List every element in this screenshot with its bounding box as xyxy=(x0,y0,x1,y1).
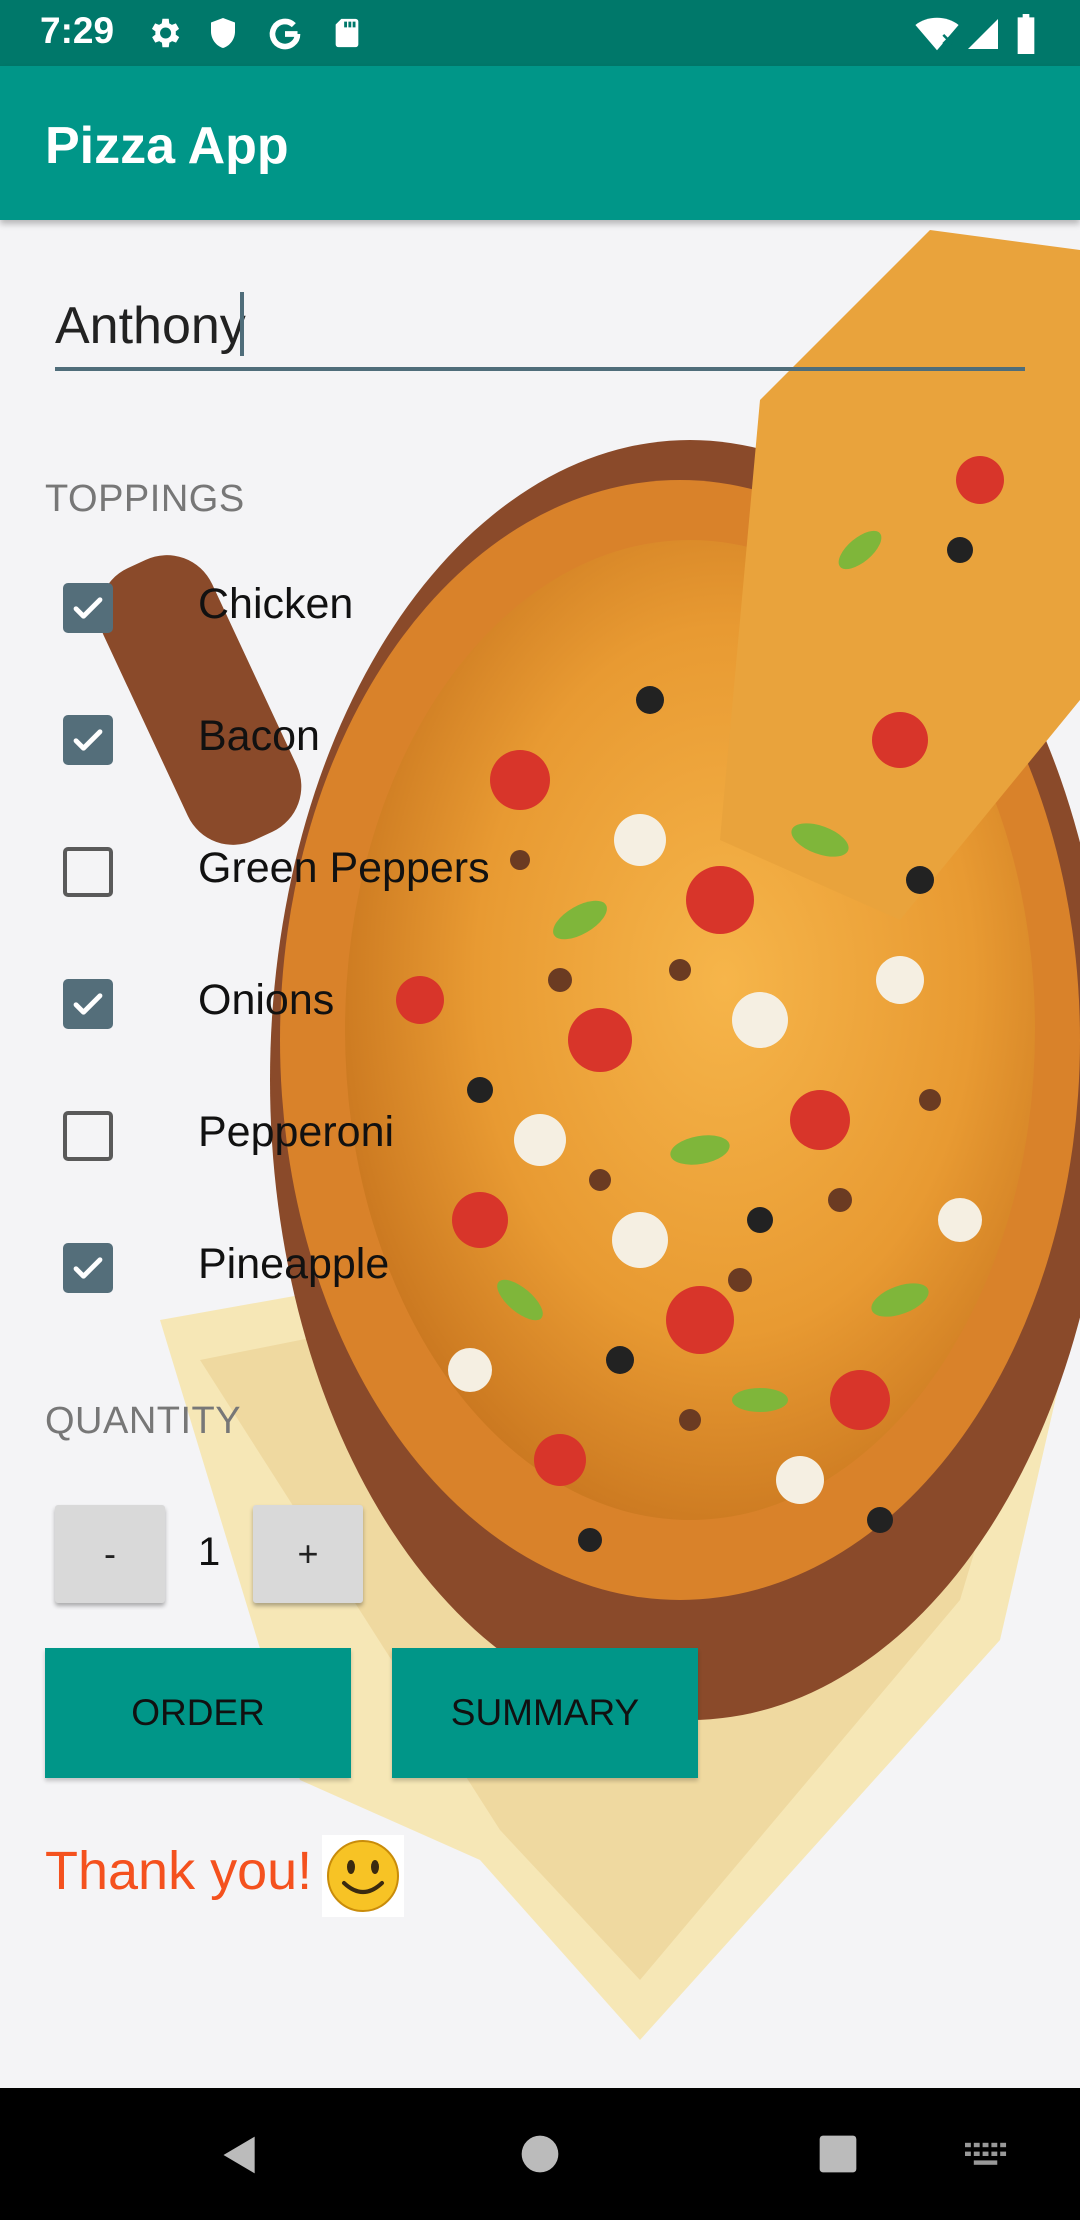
topping-label: Chicken xyxy=(198,580,354,628)
checkmark-icon xyxy=(73,1257,103,1279)
increment-button[interactable]: + xyxy=(253,1505,363,1603)
checkmark-icon xyxy=(73,993,103,1015)
topping-row-pineapple[interactable]: Pineapple xyxy=(0,1218,1080,1338)
quantity-value: 1 xyxy=(198,1530,221,1574)
app-bar: Pizza App xyxy=(0,66,1080,220)
topping-label: Onions xyxy=(198,976,335,1024)
decrement-button[interactable]: - xyxy=(55,1505,165,1603)
order-button[interactable]: ORDER xyxy=(45,1648,351,1778)
wifi-icon xyxy=(915,17,959,51)
app-title: Pizza App xyxy=(45,117,289,175)
screen: 7:29 Pizza App Anthony TOPPINGS Chicken … xyxy=(0,0,1080,2220)
summary-button[interactable]: SUMMARY xyxy=(392,1648,698,1778)
navigation-bar xyxy=(0,2088,1080,2220)
topping-checkbox[interactable] xyxy=(63,847,113,897)
topping-checkbox[interactable] xyxy=(63,1243,113,1293)
status-bar: 7:29 xyxy=(0,0,1080,66)
home-icon[interactable] xyxy=(520,2134,560,2174)
toppings-header: TOPPINGS xyxy=(45,478,245,520)
topping-label: Pineapple xyxy=(198,1240,390,1288)
topping-row-bacon[interactable]: Bacon xyxy=(0,690,1080,810)
topping-row-onions[interactable]: Onions xyxy=(0,954,1080,1074)
status-time: 7:29 xyxy=(40,10,115,51)
thank-you-message: Thank you! xyxy=(45,1841,313,1901)
topping-checkbox[interactable] xyxy=(63,715,113,765)
recents-icon[interactable] xyxy=(818,2134,858,2174)
back-icon[interactable] xyxy=(218,2132,262,2178)
signal-icon xyxy=(968,19,998,49)
shield-icon xyxy=(211,18,235,48)
topping-label: Bacon xyxy=(198,712,320,760)
text-cursor xyxy=(240,292,244,356)
topping-row-green-peppers[interactable]: Green Peppers xyxy=(0,822,1080,942)
topping-label: Pepperoni xyxy=(198,1108,395,1156)
name-input[interactable] xyxy=(55,285,1025,371)
topping-checkbox[interactable] xyxy=(63,979,113,1029)
gear-icon xyxy=(151,18,180,48)
checkmark-icon xyxy=(73,729,103,751)
topping-row-chicken[interactable]: Chicken xyxy=(0,558,1080,678)
keyboard-icon[interactable] xyxy=(965,2142,1009,2170)
quantity-header: QUANTITY xyxy=(45,1400,242,1442)
smiley-face-icon xyxy=(322,1835,404,1917)
topping-label: Green Peppers xyxy=(198,844,490,892)
topping-row-pepperoni[interactable]: Pepperoni xyxy=(0,1086,1080,1206)
checkmark-icon xyxy=(73,597,103,619)
battery-icon xyxy=(1017,14,1035,54)
topping-checkbox[interactable] xyxy=(63,583,113,633)
topping-checkbox[interactable] xyxy=(63,1111,113,1161)
sd-card-icon xyxy=(335,18,359,48)
google-g-icon xyxy=(269,18,301,50)
